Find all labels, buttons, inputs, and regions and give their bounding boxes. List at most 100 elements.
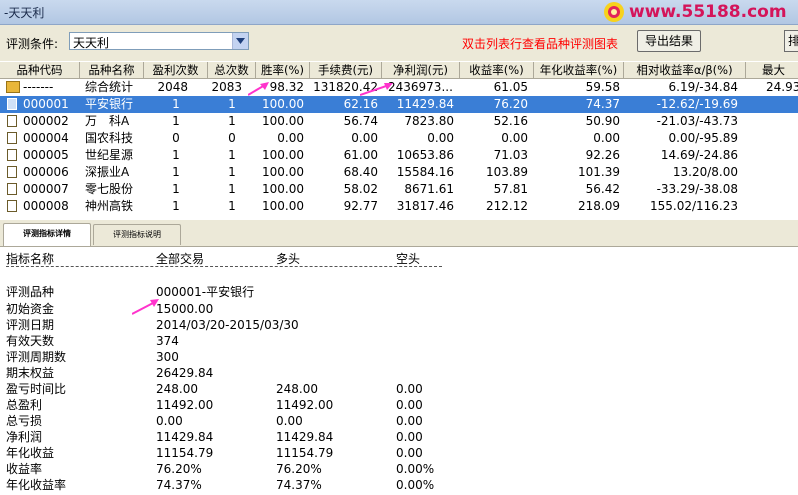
- cell-annual: 0.00: [593, 131, 620, 145]
- cell-annual: 218.09: [578, 199, 620, 213]
- cell-return: 61.05: [493, 80, 528, 94]
- folder-icon: [6, 81, 20, 93]
- cell-wins: 1: [172, 114, 180, 128]
- metric-short: 0.00%: [396, 462, 435, 476]
- col-header-code[interactable]: 品种代码: [0, 62, 80, 78]
- cell-total: 1: [228, 199, 236, 213]
- cell-winrate: 100.00: [262, 199, 304, 213]
- metric-all: 11154.79: [156, 446, 214, 460]
- cell-total: 1: [228, 182, 236, 196]
- tab-metric-details[interactable]: 评测指标详情: [3, 223, 91, 246]
- metric-all: 74.37%: [156, 478, 202, 492]
- cell-annual: 50.90: [585, 114, 620, 128]
- condition-select[interactable]: 天天利: [69, 32, 249, 50]
- cell-return: 0.00: [501, 131, 528, 145]
- metric-name: 盈亏时间比: [6, 382, 67, 396]
- cell-wins: 1: [172, 182, 180, 196]
- cell-return: 76.20: [493, 97, 528, 111]
- col-header-fee[interactable]: 手续费(元): [310, 62, 382, 78]
- cell-relative: 13.20/8.00: [672, 165, 738, 179]
- metric-all: 2014/03/20-2015/03/30: [156, 318, 299, 332]
- chevron-down-icon[interactable]: [232, 33, 248, 49]
- cell-profit: 31817.46: [396, 199, 454, 213]
- cell-fee: 62.16: [343, 97, 378, 111]
- cell-fee: 61.00: [343, 148, 378, 162]
- cell-profit: 7823.80: [404, 114, 454, 128]
- tab-metric-description[interactable]: 评测指标说明: [93, 224, 181, 245]
- cell-relative: -21.03/-43.73: [656, 114, 738, 128]
- metric-name: 评测品种: [6, 285, 55, 299]
- table-row[interactable]: 000002 万 科A 1 1 100.00 56.74 7823.80 52.…: [0, 113, 798, 130]
- cell-wins: 1: [172, 97, 180, 111]
- cell-wins: 0: [172, 131, 180, 145]
- double-click-hint: 双击列表行查看品种评测图表: [462, 37, 619, 51]
- cell-relative: -12.62/-19.69: [656, 97, 738, 111]
- table-row[interactable]: 000008 神州高铁 1 1 100.00 92.77 31817.46 21…: [0, 198, 798, 215]
- metric-name: 年化收益: [6, 446, 55, 460]
- document-icon: [7, 166, 17, 178]
- metric-long: 76.20%: [276, 462, 322, 476]
- table-row[interactable]: ------- 综合统计 2048 2083 98.32 131820.42 2…: [0, 79, 798, 96]
- cell-code: 000008: [23, 199, 69, 213]
- document-icon: [7, 149, 17, 161]
- cell-max: 24.93: [766, 80, 798, 94]
- condition-toolbar: 评测条件: 天天利 双击列表行查看品种评测图表 导出结果 排: [0, 25, 798, 61]
- cell-code: 000004: [23, 131, 69, 145]
- cell-total: 0: [228, 131, 236, 145]
- cell-code: 000005: [23, 148, 69, 162]
- col-header-relative[interactable]: 相对收益率α/β(%): [624, 62, 746, 78]
- document-icon: [7, 115, 17, 127]
- metric-short: 0.00: [396, 430, 423, 444]
- cell-profit: 11429.84: [396, 97, 454, 111]
- table-row-selected[interactable]: 000001 平安银行 1 1 100.00 62.16 11429.84 76…: [0, 96, 798, 113]
- cell-profit: 15584.16: [396, 165, 454, 179]
- metric-short: 0.00: [396, 398, 423, 412]
- col-header-profit[interactable]: 净利润(元): [382, 62, 460, 78]
- col-header-annual[interactable]: 年化收益率(%): [534, 62, 624, 78]
- annotation-arrow-icon: [248, 82, 269, 96]
- cell-fee: 68.40: [343, 165, 378, 179]
- condition-label: 评测条件:: [6, 37, 59, 51]
- cell-name: 平安银行: [85, 97, 134, 111]
- metric-all: 374: [156, 334, 179, 348]
- col-header-return[interactable]: 收益率(%): [460, 62, 534, 78]
- document-icon: [7, 183, 17, 195]
- table-row[interactable]: 000005 世纪星源 1 1 100.00 61.00 10653.86 71…: [0, 147, 798, 164]
- metric-all: 11429.84: [156, 430, 214, 444]
- metric-all: 15000.00: [156, 302, 214, 316]
- extra-button[interactable]: 排: [784, 30, 798, 52]
- cell-wins: 2048: [157, 80, 188, 94]
- cell-total: 2083: [211, 80, 242, 94]
- cell-code: 000006: [23, 165, 69, 179]
- col-header-wins[interactable]: 盈利次数: [144, 62, 208, 78]
- table-row[interactable]: 000006 深振业A 1 1 100.00 68.40 15584.16 10…: [0, 164, 798, 181]
- metric-long: 11429.84: [276, 430, 334, 444]
- cell-return: 71.03: [493, 148, 528, 162]
- export-results-button[interactable]: 导出结果: [637, 30, 701, 52]
- metric-name: 总亏损: [6, 414, 43, 428]
- metric-name: 收益率: [6, 462, 43, 476]
- cell-relative: 6.19/-34.84: [668, 80, 738, 94]
- cell-annual: 92.26: [585, 148, 620, 162]
- condition-select-value: 天天利: [73, 36, 110, 50]
- cell-winrate: 100.00: [262, 114, 304, 128]
- metric-all: 26429.84: [156, 366, 214, 380]
- col-header-winrate[interactable]: 胜率(%): [256, 62, 310, 78]
- metric-all: 248.00: [156, 382, 198, 396]
- col-header-name[interactable]: 品种名称: [80, 62, 144, 78]
- cell-total: 1: [228, 114, 236, 128]
- cell-total: 1: [228, 97, 236, 111]
- col-header-total[interactable]: 总次数: [208, 62, 256, 78]
- metric-all: 000001-平安银行: [156, 285, 255, 299]
- cell-winrate: 100.00: [262, 148, 304, 162]
- table-row[interactable]: 000004 国农科技 0 0 0.00 0.00 0.00 0.00 0.00…: [0, 130, 798, 147]
- col-header-max[interactable]: 最大: [746, 62, 798, 78]
- table-row[interactable]: 000007 零七股份 1 1 100.00 58.02 8671.61 57.…: [0, 181, 798, 198]
- cell-profit: 0.00: [427, 131, 454, 145]
- metric-all: 11492.00: [156, 398, 214, 412]
- cell-annual: 74.37: [585, 97, 620, 111]
- metric-short: 0.00: [396, 446, 423, 460]
- cell-name: 零七股份: [85, 182, 134, 196]
- metric-name: 净利润: [6, 430, 43, 444]
- metric-name: 年化收益率: [6, 478, 67, 492]
